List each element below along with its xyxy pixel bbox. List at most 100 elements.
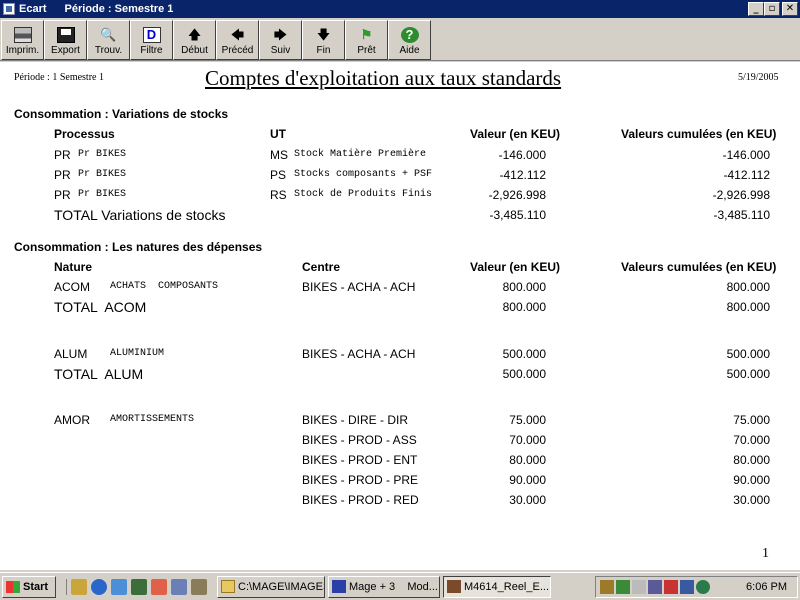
arrow-down-icon: 🡇 [316, 27, 331, 42]
amor-centre-4: BIKES - PROD - PRE [302, 473, 419, 487]
tray-alert-icon[interactable] [664, 580, 678, 594]
row2-cumul: -412.112 [723, 168, 770, 182]
find-icon: 🔍 [100, 27, 117, 42]
col-header-valeur-2: Valeur (en KEU) [470, 260, 561, 274]
row1-value: -146.000 [498, 148, 546, 162]
task-label-1: C:\MAGE\IMAGES [238, 580, 325, 593]
task-mage[interactable]: Mage + 3 Mod... [328, 575, 440, 598]
filter-label: Filtre [140, 45, 163, 56]
notepad-icon[interactable] [171, 578, 187, 595]
section2-title: Consommation : Les natures des dépenses [14, 240, 263, 254]
col-header-valeur: Valeur (en KEU) [470, 127, 561, 141]
task-images-folder[interactable]: C:\MAGE\IMAGES [217, 575, 325, 598]
print-label: Imprim. [5, 45, 40, 56]
close-button[interactable]: ✕ [782, 2, 798, 16]
amor-value-1: 75.000 [509, 413, 546, 427]
help-button[interactable]: ? Aide [388, 20, 431, 60]
next-button[interactable]: 🡆 Suiv [259, 20, 302, 60]
row3-cumul: -2,926.998 [712, 188, 770, 202]
row1-code: PR [54, 148, 71, 162]
help-icon: ? [400, 27, 419, 43]
filter-button[interactable]: D Filtre [130, 20, 173, 60]
acom-total-cumul: 800.000 [726, 300, 770, 314]
ready-button[interactable]: ⚑ Prêt [345, 20, 388, 60]
taskbar: Start C:\MAGE\IMAGES Mage + 3 Mod... M46… [0, 572, 800, 600]
row2-ut-desc: Stocks composants + PSF [294, 169, 433, 180]
windows-flag-icon [6, 580, 20, 593]
flag-icon: ⚑ [360, 27, 373, 42]
report-icon [447, 580, 461, 593]
first-label: Début [181, 45, 208, 56]
arrow-left-icon: 🡄 [230, 27, 245, 42]
last-label: Fin [316, 45, 331, 56]
acom-centre: BIKES - ACHA - ACH [302, 280, 416, 294]
find-label: Trouv. [94, 45, 123, 56]
start-button[interactable]: Start [2, 575, 56, 598]
section1-title: Consommation : Variations de stocks [14, 107, 229, 121]
minimize-button[interactable]: _ [748, 2, 764, 16]
window-title: Période : Semestre 1 [64, 3, 174, 15]
previous-label: Précéd [221, 45, 254, 56]
row3-ut-desc: Stock de Produits Finis [294, 189, 433, 200]
print-button[interactable]: Imprim. [1, 20, 44, 60]
tray-app-icon[interactable] [600, 580, 614, 594]
row1-desc: Pr BIKES [78, 149, 127, 160]
volume-icon[interactable] [632, 580, 646, 594]
row1-cumul: -146.000 [722, 148, 770, 162]
browser-icon[interactable] [91, 578, 107, 595]
amor-cumul-3: 80.000 [733, 453, 770, 467]
restore-button[interactable]: ▫ [764, 2, 780, 16]
amor-desc: AMORTISSEMENTS [110, 414, 195, 425]
alum-centre: BIKES - ACHA - ACH [302, 347, 416, 361]
alum-cumul: 500.000 [726, 347, 770, 361]
tools-icon[interactable] [191, 578, 207, 595]
explorer-icon[interactable] [71, 578, 87, 595]
window-controls: _ ▫ ✕ [748, 2, 798, 16]
arrow-right-icon: 🡆 [273, 27, 288, 42]
task-label-3: M4614_Reel_E... [464, 580, 549, 593]
alum-total-label: TOTAL ALUM [54, 366, 144, 382]
col-header-processus: Processus [54, 127, 115, 141]
amor-code: AMOR [54, 413, 90, 427]
acom-total-label: TOTAL ACOM [54, 299, 147, 315]
app-icon[interactable] [3, 3, 15, 15]
amor-centre-1: BIKES - DIRE - DIR [302, 413, 409, 427]
task-label-2: Mage + 3 Mod... [349, 580, 438, 593]
disk-icon [56, 27, 75, 43]
system-tray: 6:06 PM [595, 576, 798, 598]
amor-centre-5: BIKES - PROD - RED [302, 493, 419, 507]
tray-monitor-icon[interactable] [648, 580, 662, 594]
tray-globe-icon[interactable] [696, 580, 710, 594]
window-app-name: Ecart [19, 3, 47, 15]
alum-desc: ALUMINIUM [110, 348, 165, 359]
tray-network-icon[interactable] [616, 580, 630, 594]
row1-ut: MS [270, 148, 288, 162]
tray-connection-icon[interactable] [680, 580, 694, 594]
task-m4614[interactable]: M4614_Reel_E... [443, 575, 551, 598]
alum-value: 500.000 [502, 347, 546, 361]
quick-launch [66, 578, 207, 595]
help-label: Aide [399, 45, 420, 56]
export-button[interactable]: Export [44, 20, 87, 60]
amor-value-4: 90.000 [509, 473, 546, 487]
previous-button[interactable]: 🡄 Précéd [216, 20, 259, 60]
acom-cumul: 800.000 [726, 280, 770, 294]
row3-desc: Pr BIKES [78, 189, 127, 200]
acom-value: 800.000 [502, 280, 546, 294]
folder-icon [221, 580, 235, 593]
first-button[interactable]: 🡅 Début [173, 20, 216, 60]
desktop-icon[interactable] [131, 578, 147, 595]
find-button[interactable]: 🔍 Trouv. [87, 20, 130, 60]
amor-cumul-1: 75.000 [733, 413, 770, 427]
export-label: Export [51, 45, 80, 56]
amor-centre-3: BIKES - PROD - ENT [302, 453, 418, 467]
outlook-icon[interactable] [111, 578, 127, 595]
row2-ut: PS [270, 168, 287, 182]
row3-code: PR [54, 188, 71, 202]
clock[interactable]: 6:06 PM [746, 581, 787, 593]
report-date: 5/19/2005 [738, 72, 779, 83]
last-button[interactable]: 🡇 Fin [302, 20, 345, 60]
next-label: Suiv [270, 45, 291, 56]
row3-ut: RS [270, 188, 287, 202]
app-shortcut-icon[interactable] [151, 578, 167, 595]
